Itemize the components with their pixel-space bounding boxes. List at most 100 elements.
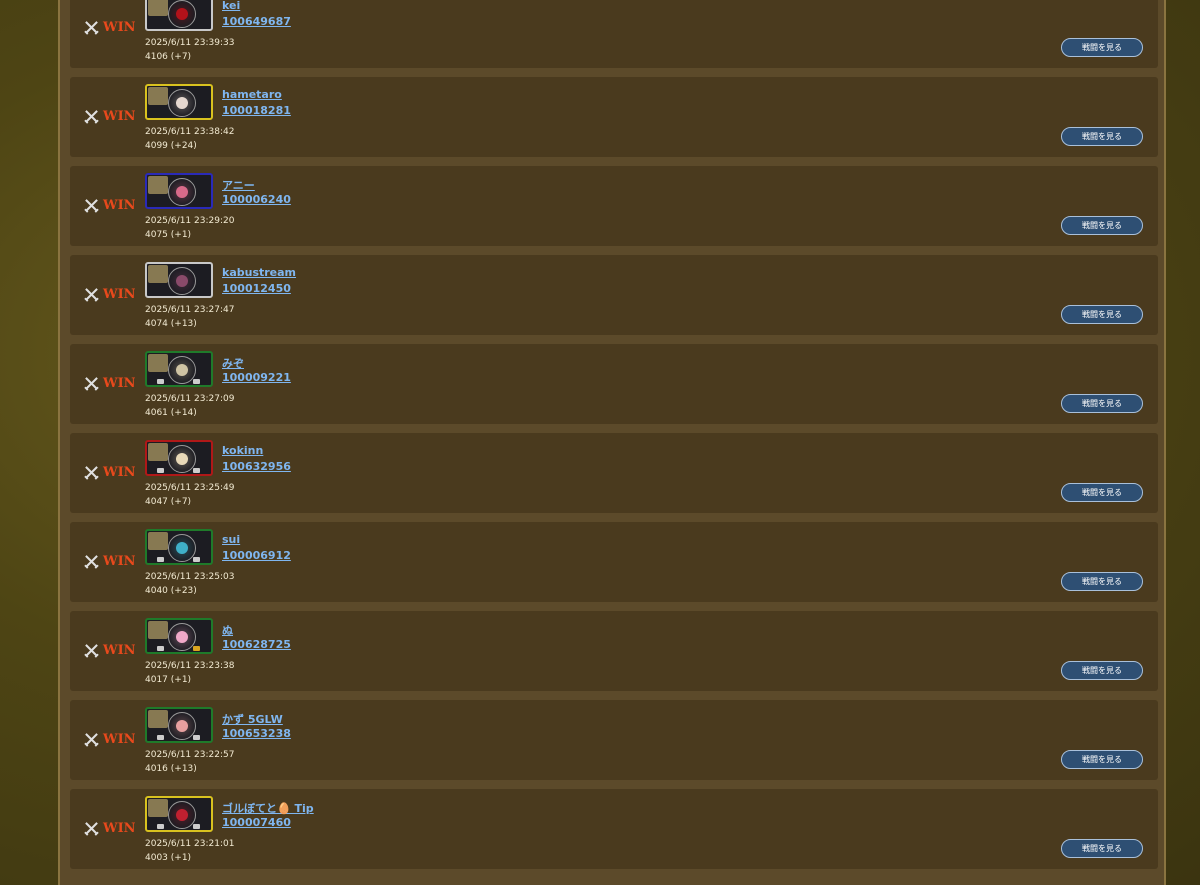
player-id-link[interactable]: 100007460 — [222, 816, 291, 829]
player-deck-thumbnail — [145, 529, 213, 565]
deck-emblem-icon — [168, 267, 196, 295]
rating-change: 4099 (+24) — [145, 141, 197, 151]
deck-card-icon — [148, 799, 168, 817]
watch-battle-button[interactable]: 戦闘を見る — [1061, 127, 1143, 146]
rating-change: 4040 (+23) — [145, 586, 197, 596]
deck-slot-icon — [193, 735, 200, 740]
battle-row: WIN kokinn 100632956 2025/6/11 23:25:49 … — [70, 433, 1158, 513]
player-id-link[interactable]: 100006240 — [222, 193, 291, 206]
result-indicator: WIN — [84, 17, 136, 37]
deck-card-icon — [148, 265, 168, 283]
result-indicator: WIN — [84, 818, 136, 838]
player-id-link[interactable]: 100009221 — [222, 371, 291, 384]
player-name-link[interactable]: hametaro — [222, 88, 282, 101]
battle-history-list: WIN kei 100649687 2025/6/11 23:39:33 410… — [70, 0, 1158, 878]
crossed-swords-icon — [84, 376, 99, 391]
watch-battle-button[interactable]: 戦闘を見る — [1061, 305, 1143, 324]
deck-slot-icon — [157, 735, 164, 740]
player-id-link[interactable]: 100649687 — [222, 15, 291, 28]
battle-row: WIN ゴルぼてと🥚 Tip 100007460 2025/6/11 23:21… — [70, 789, 1158, 869]
rating-change: 4017 (+1) — [145, 675, 192, 685]
deck-card-icon — [148, 0, 168, 16]
result-label: WIN — [103, 286, 136, 302]
deck-card-icon — [148, 710, 168, 728]
battle-row: WIN sui 100006912 2025/6/11 23:25:03 404… — [70, 522, 1158, 602]
result-label: WIN — [103, 553, 136, 569]
player-deck-thumbnail — [145, 618, 213, 654]
player-name-link[interactable]: みぞ — [222, 355, 244, 371]
player-deck-thumbnail — [145, 0, 213, 31]
player-id-link[interactable]: 100632956 — [222, 460, 291, 473]
player-name-link[interactable]: ぬ — [222, 622, 233, 638]
result-label: WIN — [103, 731, 136, 747]
watch-battle-button[interactable]: 戦闘を見る — [1061, 839, 1143, 858]
crossed-swords-icon — [84, 821, 99, 836]
battle-row: WIN みぞ 100009221 2025/6/11 23:27:09 4061… — [70, 344, 1158, 424]
result-indicator: WIN — [84, 106, 136, 126]
player-id-link[interactable]: 100006912 — [222, 549, 291, 562]
battle-timestamp: 2025/6/11 23:25:49 — [145, 483, 235, 493]
watch-battle-button[interactable]: 戦闘を見る — [1061, 661, 1143, 680]
result-label: WIN — [103, 19, 136, 35]
result-indicator: WIN — [84, 195, 136, 215]
deck-emblem-icon — [168, 534, 196, 562]
player-deck-thumbnail — [145, 440, 213, 476]
rating-change: 4047 (+7) — [145, 497, 192, 507]
deck-slot-icon — [193, 468, 200, 473]
player-name-link[interactable]: かず 5GLW — [222, 711, 283, 727]
rating-change: 4106 (+7) — [145, 52, 192, 62]
battle-row: WIN kei 100649687 2025/6/11 23:39:33 410… — [70, 0, 1158, 68]
player-name-link[interactable]: ゴルぼてと🥚 Tip — [222, 800, 314, 816]
battle-row: WIN kabustream 100012450 2025/6/11 23:27… — [70, 255, 1158, 335]
deck-emblem-icon — [168, 178, 196, 206]
result-label: WIN — [103, 642, 136, 658]
crossed-swords-icon — [84, 732, 99, 747]
battle-row: WIN ぬ 100628725 2025/6/11 23:23:38 4017 … — [70, 611, 1158, 691]
deck-emblem-icon — [168, 356, 196, 384]
player-deck-thumbnail — [145, 173, 213, 209]
battle-history-panel: WIN kei 100649687 2025/6/11 23:39:33 410… — [58, 0, 1166, 885]
watch-battle-button[interactable]: 戦闘を見る — [1061, 394, 1143, 413]
crossed-swords-icon — [84, 109, 99, 124]
watch-battle-button[interactable]: 戦闘を見る — [1061, 216, 1143, 235]
rating-change: 4074 (+13) — [145, 319, 197, 329]
deck-card-icon — [148, 354, 168, 372]
crossed-swords-icon — [84, 554, 99, 569]
player-deck-thumbnail — [145, 262, 213, 298]
crossed-swords-icon — [84, 20, 99, 35]
watch-battle-button[interactable]: 戦闘を見る — [1061, 38, 1143, 57]
battle-row: WIN かず 5GLW 100653238 2025/6/11 23:22:57… — [70, 700, 1158, 780]
watch-battle-button[interactable]: 戦闘を見る — [1061, 750, 1143, 769]
result-label: WIN — [103, 375, 136, 391]
player-name-link[interactable]: アニー — [222, 177, 255, 193]
result-indicator: WIN — [84, 284, 136, 304]
battle-timestamp: 2025/6/11 23:27:09 — [145, 394, 235, 404]
deck-slot-icon — [157, 646, 164, 651]
result-indicator: WIN — [84, 462, 136, 482]
player-id-link[interactable]: 100012450 — [222, 282, 291, 295]
player-deck-thumbnail — [145, 84, 213, 120]
player-name-link[interactable]: sui — [222, 533, 240, 546]
deck-card-icon — [148, 532, 168, 550]
deck-slot-icon — [157, 557, 164, 562]
player-id-link[interactable]: 100628725 — [222, 638, 291, 651]
battle-row: WIN hametaro 100018281 2025/6/11 23:38:4… — [70, 77, 1158, 157]
battle-row: WIN アニー 100006240 2025/6/11 23:29:20 407… — [70, 166, 1158, 246]
watch-battle-button[interactable]: 戦闘を見る — [1061, 572, 1143, 591]
watch-battle-button[interactable]: 戦闘を見る — [1061, 483, 1143, 502]
player-name-link[interactable]: kokinn — [222, 444, 263, 457]
result-label: WIN — [103, 464, 136, 480]
battle-timestamp: 2025/6/11 23:21:01 — [145, 839, 235, 849]
rating-change: 4016 (+13) — [145, 764, 197, 774]
deck-slot-icon — [157, 824, 164, 829]
result-indicator: WIN — [84, 729, 136, 749]
deck-card-icon — [148, 176, 168, 194]
battle-timestamp: 2025/6/11 23:22:57 — [145, 750, 235, 760]
player-name-link[interactable]: kei — [222, 0, 240, 12]
player-id-link[interactable]: 100018281 — [222, 104, 291, 117]
player-name-link[interactable]: kabustream — [222, 266, 296, 279]
deck-emblem-icon — [168, 0, 196, 28]
player-id-link[interactable]: 100653238 — [222, 727, 291, 740]
rating-change: 4003 (+1) — [145, 853, 192, 863]
deck-card-icon — [148, 87, 168, 105]
